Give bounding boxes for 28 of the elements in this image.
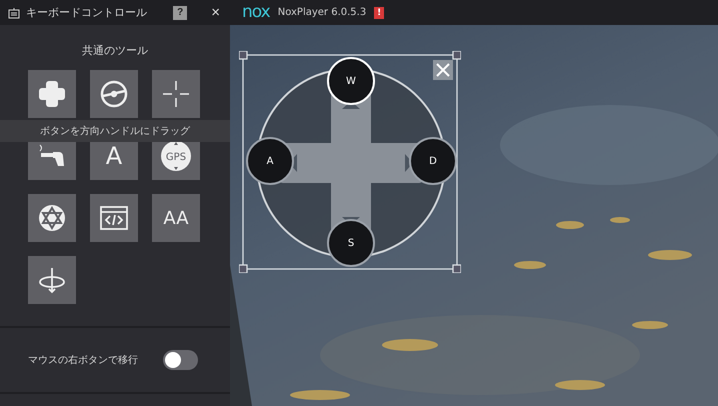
tooltip: ボタンを方向ハンドルにドラッグ bbox=[0, 120, 230, 142]
app-title: NoxPlayer 6.0.5.3 bbox=[278, 7, 366, 18]
star-tool[interactable] bbox=[28, 194, 76, 242]
text-tool[interactable]: AA bbox=[152, 194, 200, 242]
section-heading: 共通のツール bbox=[81, 43, 149, 58]
close-icon bbox=[436, 63, 450, 77]
selection-frame[interactable] bbox=[239, 51, 461, 273]
close-button[interactable] bbox=[433, 60, 453, 80]
code-window-icon bbox=[99, 203, 129, 233]
dpad-icon bbox=[37, 79, 67, 109]
keyboard-icon bbox=[8, 6, 20, 18]
rotate-tool[interactable] bbox=[28, 256, 76, 304]
star-of-david-icon bbox=[37, 203, 67, 233]
panel-title: キーボードコントロール bbox=[26, 5, 148, 20]
crosshair-icon bbox=[161, 79, 191, 109]
logo: nox bbox=[242, 4, 270, 21]
dpad-tool[interactable] bbox=[28, 70, 76, 118]
option-label: マウスの右ボタンで移行 bbox=[28, 354, 138, 367]
close-button[interactable]: × bbox=[211, 4, 220, 21]
rotate-icon bbox=[37, 265, 67, 295]
toggle-switch[interactable] bbox=[163, 350, 198, 370]
alert-badge[interactable]: ! bbox=[374, 6, 384, 18]
steering-wheel-icon bbox=[99, 79, 129, 109]
crosshair-tool[interactable] bbox=[152, 70, 200, 118]
wheel-tool[interactable] bbox=[90, 70, 138, 118]
help-button[interactable]: ? bbox=[173, 6, 188, 20]
gps-icon: GPS bbox=[160, 140, 192, 172]
code-tool[interactable] bbox=[90, 194, 138, 242]
